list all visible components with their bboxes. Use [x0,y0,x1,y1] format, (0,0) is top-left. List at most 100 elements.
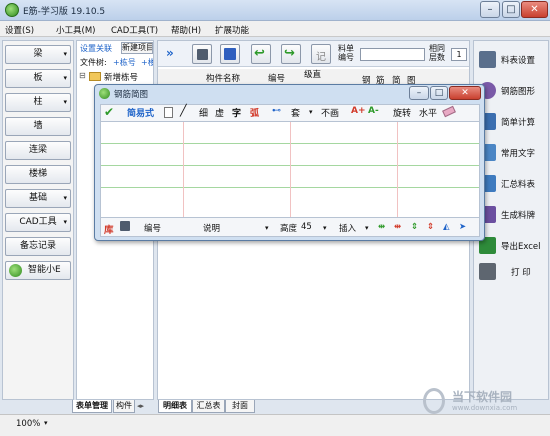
tab-scroll-arrows[interactable]: ◂▸ [137,402,155,412]
height-label: 高度 [280,224,298,234]
tab-summary-sheet[interactable]: 汇总表 [192,400,225,413]
grid-line [290,122,291,217]
arc-tool-button[interactable]: 弧 [250,106,259,119]
new-project-button[interactable]: 新建项目 [121,42,153,54]
mirror-h2-icon[interactable]: ⇹ [394,222,401,232]
redo-icon: ↪ [284,46,295,61]
watermark-url: www.downxia.com [452,404,518,412]
library-button[interactable]: 库 [104,222,114,236]
menu-settings[interactable]: 设置(S) [5,24,34,36]
save-button[interactable] [192,44,212,64]
column-header[interactable]: 构件名称 [206,72,240,84]
add-floor-link[interactable]: +楼 [141,57,153,68]
zoom-dropdown-icon[interactable]: ▾ [44,419,48,427]
dialog-save-icon[interactable] [120,221,130,231]
simple-calc-button[interactable]: 简单计算 [475,110,547,134]
settings-link[interactable]: 设置关联 [80,43,112,54]
sheet-no-input[interactable] [360,48,425,61]
undo-button[interactable]: ↩ [251,44,271,64]
sheet-no-label: 料单 编号 [338,44,354,62]
common-text-button[interactable]: 常用文字 [475,141,547,165]
dashed-line-button[interactable]: 虚 [215,106,224,119]
tab-cover[interactable]: 封面 [225,400,255,413]
export-excel-button[interactable]: 导出Excel [475,234,547,258]
save-as-button[interactable] [220,44,240,64]
flip-v-icon[interactable]: ⇕ [411,222,418,232]
new-page-icon[interactable] [164,107,173,118]
close-button[interactable]: ✕ [521,1,548,18]
cad-tools-button[interactable]: CAD工具 ▾ [5,213,71,232]
window-title: E筋-学习版 19.10.5 [23,7,106,17]
note-label: 记 [316,52,326,63]
menu-tools[interactable]: 小工具(M) [56,24,95,36]
add-building-link[interactable]: +栋号 [113,57,136,68]
menu-extensions[interactable]: 扩展功能 [215,24,249,36]
stair-button[interactable]: 楼梯 [5,165,71,184]
smart-e-icon [9,264,22,277]
menu-help[interactable]: 帮助(H) [171,24,201,36]
summary-sheet-button[interactable]: 汇总料表 [475,172,547,196]
height-dropdown-icon[interactable]: ▾ [323,224,327,232]
confirm-icon[interactable]: ✔ [104,105,114,119]
column-header[interactable]: 级直 [304,68,321,80]
watermark-logo [423,388,445,414]
rebar-mark-icon[interactable]: ⊷ [272,106,281,116]
font-larger-button[interactable]: A+ [351,106,366,116]
sheet-settings-button[interactable]: 料表设置 [475,48,547,72]
wall-button[interactable]: 墙 [5,117,71,136]
tab-form-management[interactable]: 表单管理 [72,400,112,413]
no-draw-button[interactable]: 不画 [321,106,339,119]
expand-icon[interactable]: » [166,46,174,60]
floor-count-label: 相同 层数 [429,44,445,62]
app-logo-icon [5,3,19,17]
slab-button[interactable]: 板 ▾ [5,69,71,88]
menu-cad-tools[interactable]: CAD工具(T) [111,24,158,36]
floor-count-input[interactable]: 1 [451,48,467,61]
sleeve-dropdown-icon[interactable]: ▾ [309,108,313,116]
memo-button[interactable]: 备忘记录 [5,237,71,256]
height-value[interactable]: 45 [301,222,312,232]
dialog-app-icon [99,88,110,99]
sleeve-button[interactable]: 套 [291,106,300,119]
flip-v2-icon[interactable]: ⇕ [427,222,434,232]
mirror-h-icon[interactable]: ⇹ [378,222,385,232]
grid-line [183,122,184,217]
beam-button[interactable]: 梁 ▾ [5,45,71,64]
rebar-shape-button[interactable]: 钢筋图形 [475,79,547,103]
number-label: 编号 [144,224,162,234]
foundation-button[interactable]: 基础 ▾ [5,189,71,208]
description-dropdown-icon[interactable]: ▾ [265,224,269,232]
line-tool-icon[interactable]: ╱ [180,104,187,117]
dialog-close-button[interactable]: ✕ [449,86,481,100]
simple-mode-button[interactable]: 简易式 [127,106,154,119]
maximize-button[interactable]: □ [502,1,520,18]
insert-dropdown-icon[interactable]: ▾ [365,224,369,232]
column-header[interactable]: 编号 [268,72,285,84]
smart-e-button[interactable]: 智能小E [5,261,71,280]
redo-button[interactable]: ↪ [281,44,301,64]
triangle-mirror-icon[interactable]: ◭ [443,222,450,232]
tree-root-node[interactable]: 新增栋号 [104,71,138,83]
column-button[interactable]: 柱 ▾ [5,93,71,112]
tree-toggle-icon[interactable]: ⊟ [79,71,86,80]
horizontal-button[interactable]: 水平 [419,106,437,119]
generate-tag-button[interactable]: 生成料牌 [475,203,547,227]
note-button[interactable]: 记 [311,44,331,64]
text-tool-button[interactable]: 字 [232,106,241,119]
tab-detail-sheet[interactable]: 明细表 [158,400,192,413]
print-button[interactable]: 打 印 [475,259,547,285]
send-arrow-icon[interactable]: ➤ [459,222,466,232]
minimize-button[interactable]: – [480,1,500,18]
zoom-level[interactable]: 100% [16,419,40,429]
tab-components[interactable]: 构件 [113,400,135,413]
coupling-beam-button[interactable]: 连梁 [5,141,71,160]
thin-line-button[interactable]: 细 [199,106,208,119]
dialog-title: 钢筋简图 [114,90,149,100]
font-smaller-button[interactable]: A- [368,106,379,116]
dialog-minimize-button[interactable]: – [409,86,429,100]
save-as-icon [224,48,236,60]
insert-button[interactable]: 插入 [339,222,356,234]
save-icon [197,49,208,60]
dialog-maximize-button[interactable]: □ [430,86,448,100]
rotate-button[interactable]: 旋转 [393,106,411,119]
